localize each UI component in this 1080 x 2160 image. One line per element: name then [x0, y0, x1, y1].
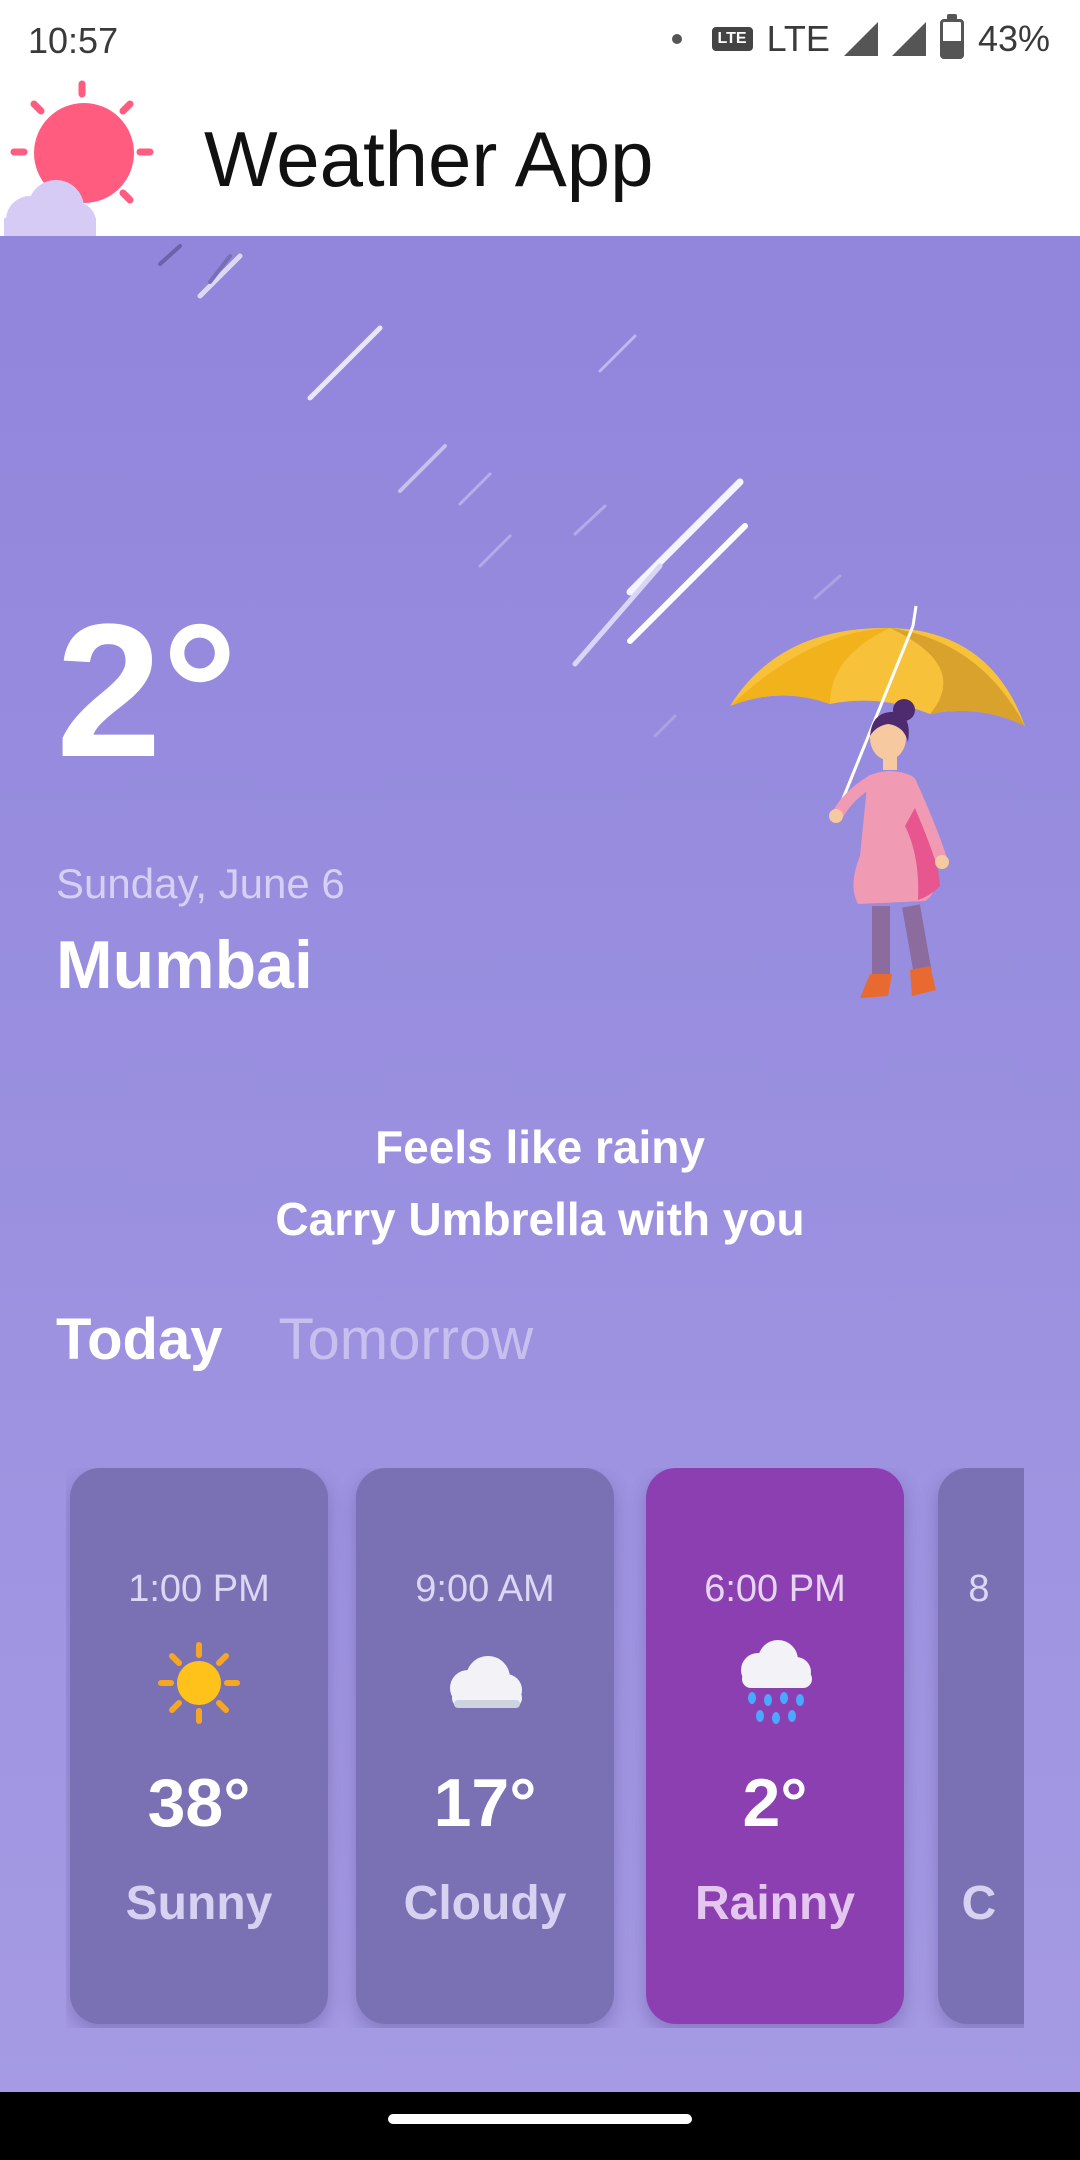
- app-bar: Weather App: [0, 80, 1080, 236]
- forecast-time: 1:00 PM: [128, 1568, 270, 1610]
- girl-umbrella-illustration: [730, 605, 1025, 998]
- notification-dot-icon: [671, 34, 682, 44]
- forecast-time: 9:00 AM: [415, 1568, 555, 1610]
- forecast-list[interactable]: 1:00 PM 38° Sunny 9:00 AM 17° Cloudy 6:0…: [66, 1468, 1024, 2028]
- forecast-condition: C: [961, 1877, 997, 1930]
- forecast-temperature: 17°: [433, 1765, 537, 1841]
- current-date: Sunday, June 6: [56, 860, 345, 907]
- tab-today[interactable]: Today: [56, 1306, 223, 1373]
- forecast-condition: Sunny: [125, 1877, 273, 1930]
- signal-icon: [843, 22, 878, 56]
- rain-cloud-icon: [741, 1640, 812, 1724]
- network-type: LTE: [766, 18, 830, 59]
- weather-message-line2: Carry Umbrella with you: [275, 1193, 805, 1245]
- city-name: Mumbai: [56, 927, 313, 1003]
- battery-icon: [939, 14, 964, 59]
- forecast-card[interactable]: 9:00 AM 17° Cloudy: [356, 1468, 614, 2024]
- day-tabs: Today Tomorrow: [56, 1306, 533, 1373]
- volte-icon: LTE: [711, 27, 753, 51]
- sun-icon: [158, 1642, 240, 1724]
- home-gesture-handle[interactable]: [388, 2114, 692, 2124]
- sun-cloud-icon: [4, 80, 154, 236]
- app-title: Weather App: [204, 115, 654, 203]
- forecast-temperature: 2°: [742, 1765, 808, 1841]
- status-bar: 10:57 LTE LTE 43%: [0, 0, 1080, 80]
- current-temperature: 2°: [56, 585, 238, 797]
- forecast-condition: Cloudy: [403, 1877, 567, 1930]
- signal-icon: [891, 22, 926, 56]
- cloud-icon: [450, 1656, 522, 1708]
- status-icons: LTE LTE 43%: [671, 14, 1050, 60]
- tab-tomorrow[interactable]: Tomorrow: [279, 1306, 534, 1373]
- battery-percent: 43%: [977, 18, 1050, 59]
- forecast-temperature: 38°: [147, 1765, 251, 1841]
- forecast-card[interactable]: 8 C: [938, 1468, 1024, 2024]
- status-time: 10:57: [28, 20, 119, 61]
- weather-main: 2° Sunday, June 6 Mumbai Feels like rain…: [0, 236, 1080, 2092]
- weather-message-line1: Feels like rainy: [375, 1121, 705, 1173]
- forecast-card-selected[interactable]: 6:00 PM 2° Rainny: [646, 1468, 904, 2024]
- forecast-card[interactable]: 1:00 PM 38° Sunny: [70, 1468, 328, 2024]
- forecast-time: 8: [968, 1568, 990, 1610]
- system-nav-bar: [0, 2092, 1080, 2160]
